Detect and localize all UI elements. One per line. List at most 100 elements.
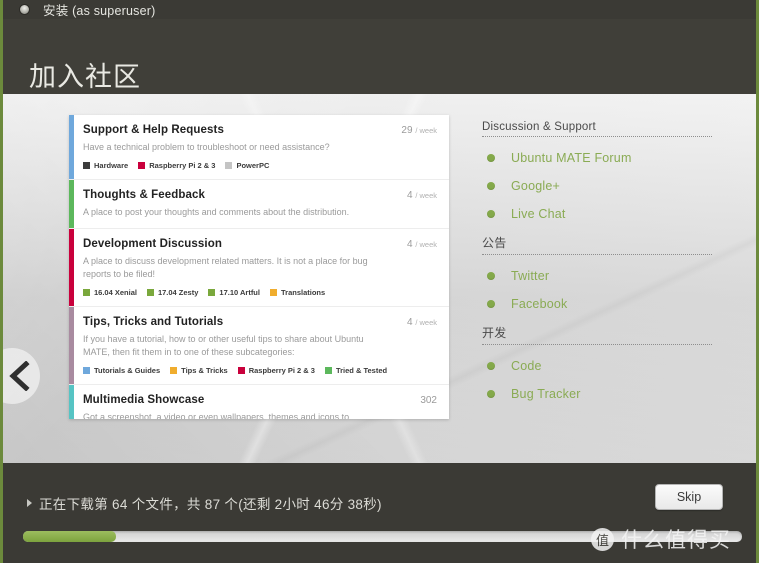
forum-category-row[interactable]: Thoughts & Feedback 4 / week A place to po… (69, 180, 449, 230)
page-title: 加入社区 (29, 62, 141, 92)
category-tag[interactable]: Tips & Tricks (170, 366, 228, 375)
category-tag[interactable]: Raspberry Pi 2 & 3 (138, 161, 215, 170)
window-title: 安装 (as superuser) (43, 4, 156, 18)
category-accent-bar (69, 115, 74, 180)
community-link[interactable]: Twitter (482, 262, 712, 290)
category-count-period: / week (415, 126, 437, 135)
community-link[interactable]: Live Chat (482, 200, 712, 228)
tag-label: Raspberry Pi 2 & 3 (149, 161, 216, 171)
tag-label: Hardware (94, 161, 129, 171)
community-link[interactable]: Google+ (482, 172, 712, 200)
category-header: Support & Help Requests 29 / week (83, 124, 437, 136)
category-accent-bar (69, 385, 74, 419)
window-menu-icon[interactable] (19, 4, 30, 15)
tag-swatch-icon (146, 289, 154, 297)
category-title[interactable]: Development Discussion (83, 238, 222, 250)
tag-swatch-icon (225, 162, 233, 170)
expander-triangle-icon[interactable] (27, 499, 32, 507)
community-link[interactable]: Bug Tracker (482, 380, 712, 408)
category-description: A place to post your thoughts and commen… (83, 207, 350, 218)
category-tag[interactable]: 16.04 Xenial (83, 288, 137, 297)
tag-label: PowerPC (236, 161, 270, 171)
tag-swatch-icon (269, 289, 277, 297)
tag-label: Raspberry Pi 2 & 3 (248, 366, 315, 376)
tag-label: Tried & Tested (335, 366, 388, 376)
previous-slide-button[interactable] (3, 348, 40, 404)
status-text: 正在下载第 64 个文件，共 87 个(还剩 2小时 46分 38秒) (39, 497, 382, 512)
watermark-text: 什么值得买 (621, 528, 731, 552)
category-tag[interactable]: Translations (269, 288, 325, 297)
category-header: Thoughts & Feedback 4 / week (83, 189, 437, 201)
category-tag[interactable]: Tutorials & Guides (83, 366, 160, 375)
category-tag-list: 16.04 Xenial 17.04 Zesty 17.10 Artful Trans… (83, 288, 437, 297)
category-title[interactable]: Multimedia Showcase (83, 394, 204, 406)
forum-category-row[interactable]: Development Discussion 4 / week A place to… (69, 229, 449, 308)
community-link-label: Ubuntu MATE Forum (511, 151, 632, 165)
forum-category-row[interactable]: Tips, Tricks and Tutorials 4 / week If you… (69, 307, 449, 386)
category-tag-list: Tutorials & Guides Tips & Tricks Raspberry… (83, 366, 437, 375)
tag-label: 16.04 Xenial (94, 288, 137, 298)
link-group-heading: 开发 (482, 324, 712, 345)
chevron-left-icon (9, 361, 30, 391)
category-count-value: 4 (406, 239, 413, 251)
download-status: 正在下载第 64 个文件，共 87 个(还剩 2小时 46分 38秒) (27, 493, 382, 513)
category-accent-bar (69, 307, 74, 385)
category-accent-bar (69, 180, 74, 229)
category-header: Tips, Tricks and Tutorials 4 / week (83, 316, 437, 328)
category-tag[interactable]: PowerPC (225, 161, 269, 170)
link-group-heading: 公告 (482, 234, 712, 255)
tag-swatch-icon (170, 367, 178, 375)
community-link-label: Facebook (511, 297, 568, 311)
category-count-period: / week (415, 191, 437, 201)
tag-label: Tutorials & Guides (94, 366, 161, 376)
category-tag[interactable]: 17.10 Artful (208, 288, 260, 297)
category-description: A place to discuss development related m… (83, 256, 368, 280)
category-tag[interactable]: 17.04 Zesty (146, 288, 198, 297)
watermark: 值 什么值得买 (591, 524, 731, 554)
community-link-label: Google+ (511, 179, 561, 193)
tag-label: 17.10 Artful (219, 288, 260, 298)
category-tag[interactable]: Tried & Tested (324, 366, 388, 376)
link-group: Discussion & Support Ubuntu MATE Forum Goo… (482, 121, 712, 228)
bullet-dot-icon (487, 182, 495, 190)
category-count: 4 / week (407, 239, 437, 250)
tag-label: Tips & Tricks (181, 366, 228, 376)
category-tag[interactable]: Raspberry Pi 2 & 3 (237, 366, 315, 376)
category-count-value: 4 (406, 190, 413, 202)
tag-swatch-icon (138, 162, 146, 170)
community-link-label: Bug Tracker (511, 387, 581, 401)
category-description: Have a technical problem to troubleshoot… (83, 142, 330, 152)
community-link[interactable]: Ubuntu MATE Forum (482, 144, 712, 172)
category-count: 29 / week (401, 125, 437, 136)
forum-category-row[interactable]: Multimedia Showcase 302 Got a screenshot, … (69, 385, 449, 419)
category-description: If you have a tutorial, how to or other … (83, 334, 364, 358)
bullet-dot-icon (487, 300, 495, 308)
category-count: 302 (420, 395, 437, 406)
category-header: Multimedia Showcase 302 (83, 394, 437, 406)
bullet-dot-icon (487, 390, 495, 398)
community-link[interactable]: Code (482, 352, 712, 380)
category-title[interactable]: Thoughts & Feedback (83, 189, 205, 201)
forum-category-row[interactable]: Support & Help Requests 29 / week Have a t… (69, 115, 449, 181)
link-group: 公告 Twitter Facebook (482, 234, 712, 318)
category-count-period: / week (415, 318, 437, 328)
tag-swatch-icon (237, 367, 245, 375)
category-accent-bar (69, 229, 74, 307)
window-titlebar: 安装 (as superuser) (3, 0, 756, 19)
slideshow-banner: 加入社区 (3, 19, 756, 94)
category-title[interactable]: Tips, Tricks and Tutorials (83, 316, 223, 328)
link-group-heading: Discussion & Support (482, 121, 712, 137)
category-description: Got a screenshot, a video or even wallpa… (83, 412, 350, 419)
community-link-label: Code (511, 359, 542, 373)
tag-swatch-icon (324, 367, 332, 375)
community-link-label: Live Chat (511, 207, 566, 221)
forum-category-card: Support & Help Requests 29 / week Have a t… (69, 115, 449, 419)
skip-button[interactable]: Skip (655, 484, 723, 510)
category-tag[interactable]: Hardware (83, 161, 128, 170)
bullet-dot-icon (487, 272, 495, 280)
tag-swatch-icon (83, 367, 90, 375)
community-link[interactable]: Facebook (482, 290, 712, 318)
category-count-period: / week (415, 240, 437, 250)
category-title[interactable]: Support & Help Requests (83, 124, 224, 136)
forum-category-list: Support & Help Requests 29 / week Have a t… (69, 115, 449, 419)
